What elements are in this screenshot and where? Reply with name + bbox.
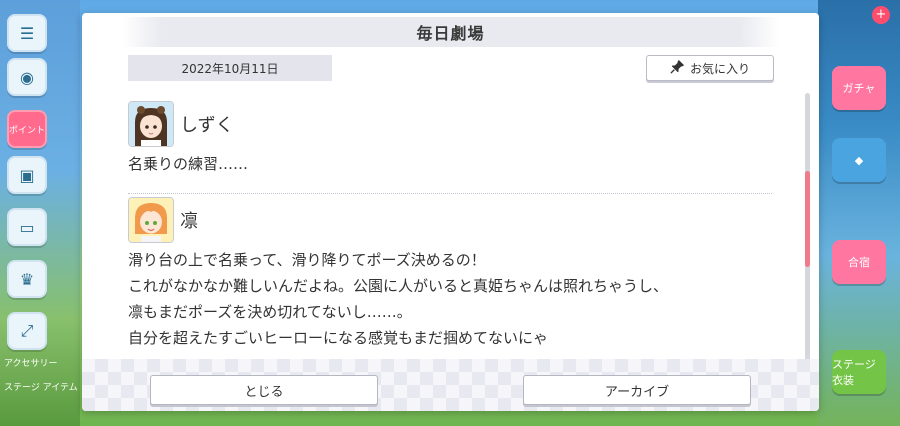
- camp-label: 合宿: [848, 256, 870, 269]
- card-button[interactable]: ◆: [832, 138, 886, 182]
- date-label: 2022年10月11日: [181, 61, 279, 76]
- dialogue-entry: しずく 名乗りの練習……: [128, 101, 772, 177]
- dialogue-line: これがなかなか難しいんだよね。公園に人がいると真姫ちゃんは照れちゃうし、: [128, 277, 669, 295]
- currency-display: +: [820, 4, 894, 28]
- speaker-row: 凛: [128, 197, 772, 243]
- scrollbar-thumb[interactable]: [805, 171, 810, 267]
- date-label-box: 2022年10月11日: [128, 55, 332, 81]
- chat-icon-button[interactable]: ◉: [7, 58, 47, 96]
- rin-avatar: [128, 197, 174, 243]
- expand-icon: ⤢: [20, 321, 34, 340]
- dialogue-line: 名乗りの練習……: [128, 155, 249, 173]
- archive-label: アーカイブ: [604, 384, 670, 400]
- gift-icon-button[interactable]: ▣: [7, 156, 47, 194]
- close-button[interactable]: とじる: [150, 375, 378, 405]
- gift-icon: ▣: [19, 165, 35, 185]
- speaker-row: しずく: [128, 101, 772, 147]
- dialogue-entry: 凛 滑り台の上で名乗って、滑り降りてポーズ決めるの！ これがなかなか難しいんだよ…: [128, 197, 772, 351]
- menu-icon: ☰: [19, 23, 35, 43]
- daily-theater-dialog: 毎日劇場 2022年10月11日 お気に入り しずく 名乗りの練習…… 凛 滑り…: [82, 13, 819, 411]
- dialog-title: 毎日劇場: [416, 24, 485, 43]
- pin-icon: [670, 59, 684, 77]
- gacha-label: ガチャ: [842, 82, 876, 95]
- add-currency-icon[interactable]: +: [872, 6, 890, 24]
- favorite-button[interactable]: お気に入り: [646, 55, 774, 81]
- trophy-icon: ♛: [19, 269, 35, 289]
- speaker-name: 凛: [180, 211, 198, 232]
- points-button[interactable]: ポイント: [7, 110, 47, 148]
- stage-item-label: ステージ アイテム: [4, 383, 78, 393]
- expand-icon-button[interactable]: ⤢: [7, 312, 47, 350]
- archive-button[interactable]: アーカイブ: [523, 375, 751, 405]
- photo-icon-button[interactable]: ▭: [7, 208, 47, 246]
- dialogue-line: 滑り台の上で名乗って、滑り降りてポーズ決めるの！: [128, 251, 486, 269]
- favorite-label: お気に入り: [689, 61, 750, 76]
- stage-costume-button[interactable]: ステージ 衣装: [832, 350, 886, 394]
- stage-costume-label: ステージ 衣装: [832, 358, 876, 387]
- menu-icon-button[interactable]: ☰: [7, 14, 47, 52]
- accessory-button[interactable]: アクセサリー: [4, 356, 80, 376]
- camp-button[interactable]: 合宿: [832, 240, 886, 284]
- shizuku-avatar: [128, 101, 174, 147]
- stage-item-button[interactable]: ステージ アイテム: [4, 380, 80, 404]
- divider: [128, 193, 772, 194]
- card-icon: ◆: [854, 153, 864, 167]
- dialog-title-bar: 毎日劇場: [122, 17, 779, 47]
- chat-icon: ◉: [20, 67, 34, 87]
- photo-icon: ▭: [19, 217, 35, 237]
- speaker-name: しずく: [180, 115, 234, 136]
- points-badge-label: ポイント: [9, 125, 46, 136]
- accessory-label: アクセサリー: [4, 359, 58, 369]
- gacha-button[interactable]: ガチャ: [832, 66, 886, 110]
- dialog-content[interactable]: しずく 名乗りの練習…… 凛 滑り台の上で名乗って、滑り降りてポーズ決めるの！ …: [82, 93, 819, 373]
- trophy-icon-button[interactable]: ♛: [7, 260, 47, 298]
- close-label: とじる: [244, 384, 284, 400]
- dialogue-line: 自分を超えたすごいヒーローになる感覚もまだ掴めてないにゃ: [128, 329, 549, 347]
- dialogue-line: 凛もまだポーズを決め切れてないし……。: [128, 303, 412, 321]
